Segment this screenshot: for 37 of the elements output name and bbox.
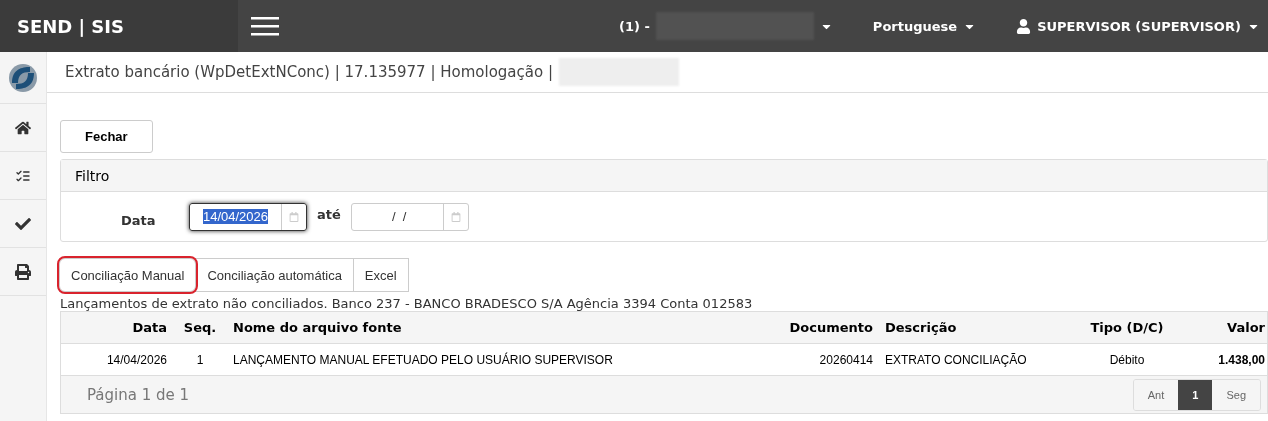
table-caption: Lançamentos de extrato não conciliados. Banco 237 - BANCO BRADESCO S/A Agência 3394 Conta 012583: [60, 296, 754, 311]
home-icon[interactable]: [15, 119, 31, 136]
table-cell-text: LANÇAMENTO MANUAL EFETUADO PELO USUÁRIO SUPERVISOR: [232, 352, 614, 367]
menu-icon[interactable]: [251, 15, 279, 37]
page-title: Extrato bancário (WpDetExtNConc) | 17.135977 | Homologação |: [65, 63, 553, 81]
panel-title: Filtro: [75, 167, 110, 184]
table-cell-text: Débito: [1108, 352, 1146, 367]
table-cell-text: 14/04/2026: [105, 352, 168, 367]
close-button[interactable]: Fechar: [60, 120, 153, 153]
action-button[interactable]: Conciliação Manual: [59, 258, 197, 292]
action-button[interactable]: Conciliação automática: [195, 258, 354, 292]
date-field[interactable]: / /: [350, 202, 469, 231]
date-field[interactable]: 14/04/2026: [189, 202, 307, 231]
column-header: Descrição: [884, 320, 958, 335]
column-header: Nome do arquivo fonte: [232, 320, 403, 335]
page-button[interactable]: 1: [1178, 379, 1213, 410]
user-icon: [1016, 18, 1032, 34]
field-label: Data: [121, 213, 157, 228]
column-header: Documento: [788, 320, 874, 335]
table-cell-text: 1.438,00: [1217, 352, 1266, 367]
printer-icon[interactable]: [15, 263, 31, 280]
language-selector[interactable]: Portuguese: [872, 18, 958, 34]
table-cell-text: EXTRATO CONCILIAÇÃO: [884, 352, 1028, 367]
table-cell-text: 20260414: [818, 352, 874, 367]
app-logo: SEND | SIS: [0, 0, 238, 52]
field-label: até: [317, 207, 341, 222]
app-logo-icon[interactable]: [8, 62, 38, 93]
column-header: Tipo (D/C): [1089, 320, 1165, 335]
column-header: Data: [131, 320, 168, 335]
company-selector[interactable]: (1) -: [619, 18, 650, 34]
page-info: Página 1 de 1: [87, 385, 190, 404]
column-header: Valor: [1226, 320, 1266, 335]
checkmark-icon[interactable]: [15, 215, 31, 232]
column-header: Seq.: [182, 320, 218, 335]
user-menu[interactable]: SUPERVISOR (SUPERVISOR): [1037, 18, 1241, 34]
action-button[interactable]: Excel: [352, 258, 409, 292]
table-cell-text: 1: [195, 352, 205, 367]
